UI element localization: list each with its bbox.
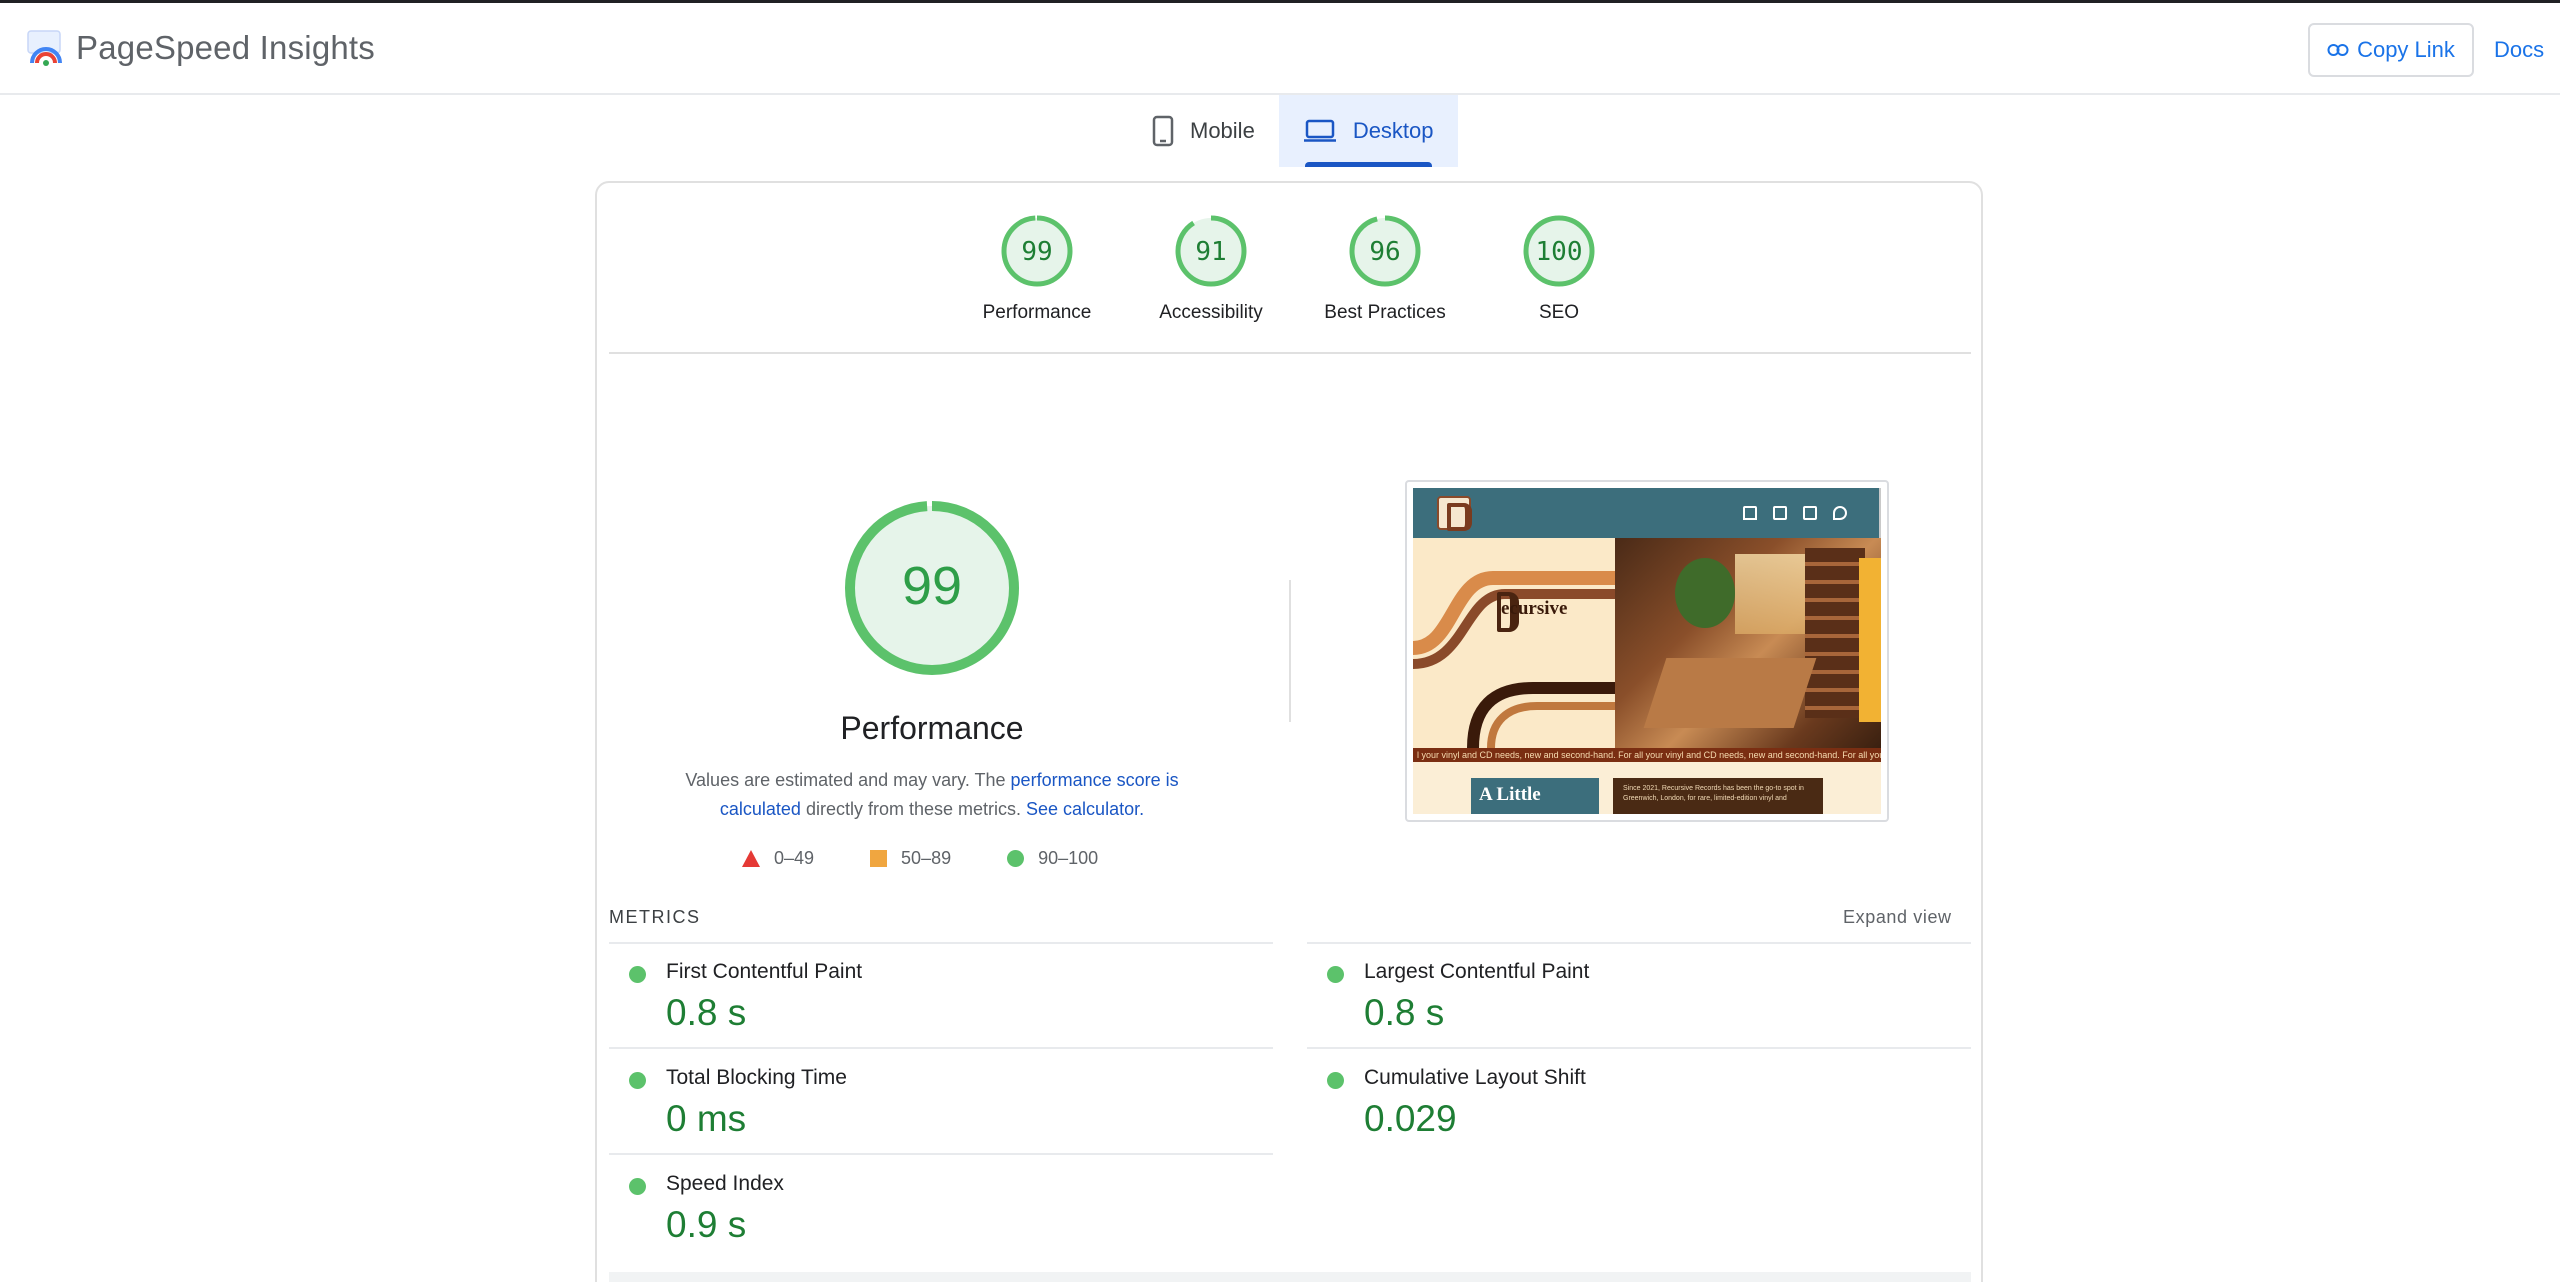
- site-navbar: [1413, 488, 1881, 538]
- gauge-accessibility[interactable]: 91 Accessibility: [1124, 214, 1298, 324]
- score-note: Values are estimated and may vary. The p…: [660, 766, 1204, 824]
- metrics-heading: METRICS: [609, 907, 701, 927]
- pass-circle-icon: [629, 966, 646, 983]
- metric-total-blocking-time: Total Blocking Time 0 ms: [609, 1050, 1249, 1154]
- metric-first-contentful-paint: First Contentful Paint 0.8 s: [609, 944, 1249, 1048]
- site-hero-photo: [1615, 538, 1881, 748]
- gauge-score: 100: [1536, 237, 1583, 267]
- tab-mobile-label: Mobile: [1190, 118, 1255, 143]
- pass-circle-icon: [629, 1178, 646, 1195]
- score-gauge-icon: 96: [1349, 215, 1421, 287]
- copy-link-label: Copy Link: [2357, 37, 2455, 62]
- photo-table: [1643, 658, 1817, 728]
- smartphone-icon: [1152, 115, 1174, 147]
- circle-icon: [1007, 850, 1025, 867]
- metric-value: 0 ms: [666, 1098, 747, 1139]
- site-side-tab: [1859, 558, 1881, 722]
- metric-name: First Contentful Paint: [666, 960, 863, 983]
- site-heading: A Little: [1479, 784, 1541, 805]
- location-icon: [1833, 506, 1847, 520]
- metric-name: Cumulative Layout Shift: [1364, 1066, 1586, 1089]
- gauge-label: Best Practices: [1324, 302, 1446, 323]
- gauge-label: SEO: [1538, 302, 1580, 323]
- calendar-icon: [1773, 506, 1787, 520]
- photo-shelf: [1805, 548, 1865, 718]
- note-text: directly from these metrics.: [800, 799, 1027, 819]
- bottom-panel-edge: [609, 1272, 1971, 1282]
- performance-score-gauge: 99: [845, 501, 1019, 675]
- metric-value: 0.8 s: [666, 992, 747, 1033]
- tab-desktop[interactable]: Desktop: [1278, 95, 1458, 167]
- tab-desktop-label: Desktop: [1352, 118, 1434, 143]
- pagespeed-logo-icon: [27, 30, 62, 66]
- app-title: PageSpeed Insights: [76, 29, 375, 66]
- metric-largest-contentful-paint: Largest Contentful Paint 0.8 s: [1307, 944, 1947, 1048]
- device-tabs: Mobile Desktop: [1128, 95, 1458, 167]
- score-legend: 0–49 50–89 90–100: [742, 848, 1154, 869]
- metric-name: Total Blocking Time: [666, 1066, 847, 1089]
- docs-link[interactable]: Docs: [2494, 37, 2544, 63]
- site-heading-box: A Little: [1471, 778, 1599, 814]
- legend-fail: 0–49: [742, 848, 814, 869]
- legend-pass: 90–100: [1007, 848, 1098, 869]
- photo-window: [1735, 554, 1805, 634]
- brand[interactable]: PageSpeed Insights: [26, 29, 375, 67]
- metric-speed-index: Speed Index 0.9 s: [609, 1156, 1249, 1260]
- legend-average: 50–89: [870, 848, 951, 869]
- gauge-score: 96: [1369, 237, 1400, 267]
- metric-divider: [609, 1047, 1273, 1049]
- gauge-best-practices[interactable]: 96 Best Practices: [1298, 214, 1472, 324]
- site-brand-text: ecursive: [1501, 598, 1568, 619]
- metric-name: Largest Contentful Paint: [1364, 960, 1590, 983]
- laptop-icon: [1303, 119, 1336, 142]
- site-about-box: Since 2021, Recursive Records has been t…: [1613, 778, 1823, 814]
- legend-range: 90–100: [1038, 848, 1099, 868]
- metric-divider: [609, 1153, 1273, 1155]
- performance-score: 99: [902, 556, 962, 616]
- score-gauge-icon: 91: [1175, 215, 1247, 287]
- gauge-score: 99: [1021, 237, 1052, 267]
- copy-link-button[interactable]: Copy Link: [2308, 23, 2474, 77]
- section-divider: [609, 352, 1971, 354]
- metric-name: Speed Index: [666, 1172, 784, 1195]
- triangle-icon: [742, 850, 760, 867]
- site-hero-graphic: ecursive: [1413, 538, 1615, 748]
- metric-divider: [1307, 1047, 1971, 1049]
- category-gauges: 99 Performance 91 Accessibility 96 Best …: [950, 214, 1646, 324]
- note-text: Values are estimated and may vary. The: [685, 770, 1011, 790]
- gauge-score: 91: [1195, 237, 1226, 267]
- square-icon: [870, 850, 888, 867]
- metric-value: 0.8 s: [1364, 992, 1445, 1033]
- legend-range: 0–49: [774, 848, 815, 868]
- tab-mobile[interactable]: Mobile: [1128, 95, 1279, 167]
- photo-plant: [1675, 558, 1735, 628]
- metric-cumulative-layout-shift: Cumulative Layout Shift 0.029: [1307, 1050, 1947, 1154]
- metric-value: 0.029: [1364, 1098, 1457, 1139]
- retro-stripes-graphic: [1413, 571, 1615, 748]
- legend-range: 50–89: [901, 848, 952, 868]
- pass-circle-icon: [1327, 966, 1344, 983]
- link-icon: [2327, 44, 2349, 56]
- home-icon: [1743, 506, 1757, 520]
- expand-view-toggle[interactable]: Expand view: [1843, 907, 1952, 928]
- gallery-icon: [1803, 506, 1817, 520]
- performance-title: Performance: [840, 710, 1024, 746]
- page-screenshot-thumbnail: ecursive l your vinyl and CD needs, new …: [1405, 480, 1889, 822]
- see-calculator-link[interactable]: See calculator.: [1026, 799, 1144, 819]
- metric-value: 0.9 s: [666, 1204, 747, 1245]
- pass-circle-icon: [629, 1072, 646, 1089]
- gauge-performance[interactable]: 99 Performance: [950, 214, 1124, 324]
- vertical-divider: [1289, 580, 1291, 722]
- gauge-label: Performance: [982, 302, 1092, 323]
- site-ticker: l your vinyl and CD needs, new and secon…: [1413, 748, 1881, 762]
- app-header: PageSpeed Insights Copy Link Docs: [0, 3, 2560, 95]
- gauge-label: Accessibility: [1159, 302, 1263, 323]
- site-logo-icon: [1437, 496, 1472, 531]
- screenshot-content: ecursive l your vinyl and CD needs, new …: [1413, 488, 1881, 814]
- pass-circle-icon: [1327, 1072, 1344, 1089]
- gauge-seo[interactable]: 100 SEO: [1472, 214, 1646, 324]
- score-gauge-icon: 99: [1001, 215, 1073, 287]
- score-gauge-icon: 100: [1523, 215, 1595, 287]
